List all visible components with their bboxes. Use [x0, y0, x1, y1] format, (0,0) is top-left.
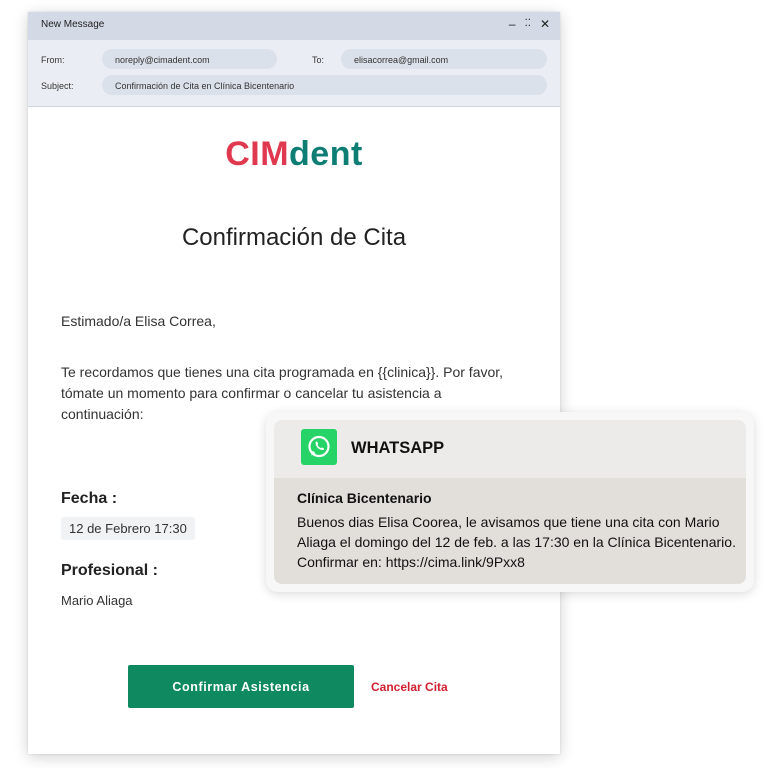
subject-field[interactable]: Confirmación de Cita en Clínica Bicenten…	[102, 75, 547, 95]
professional-value: Mario Aliaga	[61, 593, 133, 608]
minimize-icon[interactable]: –	[509, 17, 516, 31]
whatsapp-sender: Clínica Bicentenario	[297, 490, 432, 506]
subject-label: Subject:	[41, 81, 74, 91]
expand-icon[interactable]: ⁚⁚	[525, 18, 531, 31]
window-title: New Message	[41, 19, 105, 30]
close-icon[interactable]: ✕	[540, 17, 550, 31]
whatsapp-notification[interactable]: WHATSAPP Clínica Bicentenario Buenos dia…	[266, 412, 754, 592]
whatsapp-title: WHATSAPP	[351, 439, 445, 457]
confirm-attendance-button[interactable]: Confirmar Asistencia	[128, 665, 354, 708]
date-value: 12 de Febrero 17:30	[61, 517, 195, 540]
professional-label: Profesional :	[61, 562, 158, 579]
date-label: Fecha :	[61, 490, 118, 507]
whatsapp-message-body: Clínica Bicentenario Buenos dias Elisa C…	[274, 478, 746, 584]
cimadent-logo: CIMdent	[28, 135, 560, 174]
to-field[interactable]: elisacorrea@gmail.com	[341, 49, 547, 69]
logo-part-dent: dent	[289, 135, 363, 173]
window-controls: – ⁚⁚ ✕	[509, 17, 550, 31]
from-label: From:	[41, 55, 65, 65]
email-heading: Confirmación de Cita	[181, 224, 407, 251]
from-field[interactable]: noreply@cimadent.com	[102, 49, 277, 69]
whatsapp-icon	[301, 429, 337, 465]
logo-part-cim: CIM	[225, 135, 290, 173]
message-headers: From: noreply@cimadent.com To: elisacorr…	[28, 40, 560, 107]
compose-window: New Message – ⁚⁚ ✕ From: noreply@cimaden…	[28, 12, 560, 754]
to-label: To:	[312, 55, 325, 65]
cancel-appointment-link[interactable]: Cancelar Cita	[371, 680, 448, 694]
whatsapp-message: Buenos dias Elisa Coorea, le avisamos qu…	[297, 514, 736, 570]
whatsapp-header: WHATSAPP	[274, 420, 746, 478]
title-bar: New Message – ⁚⁚ ✕	[28, 12, 560, 40]
greeting-text: Estimado/a Elisa Correa,	[61, 313, 216, 329]
